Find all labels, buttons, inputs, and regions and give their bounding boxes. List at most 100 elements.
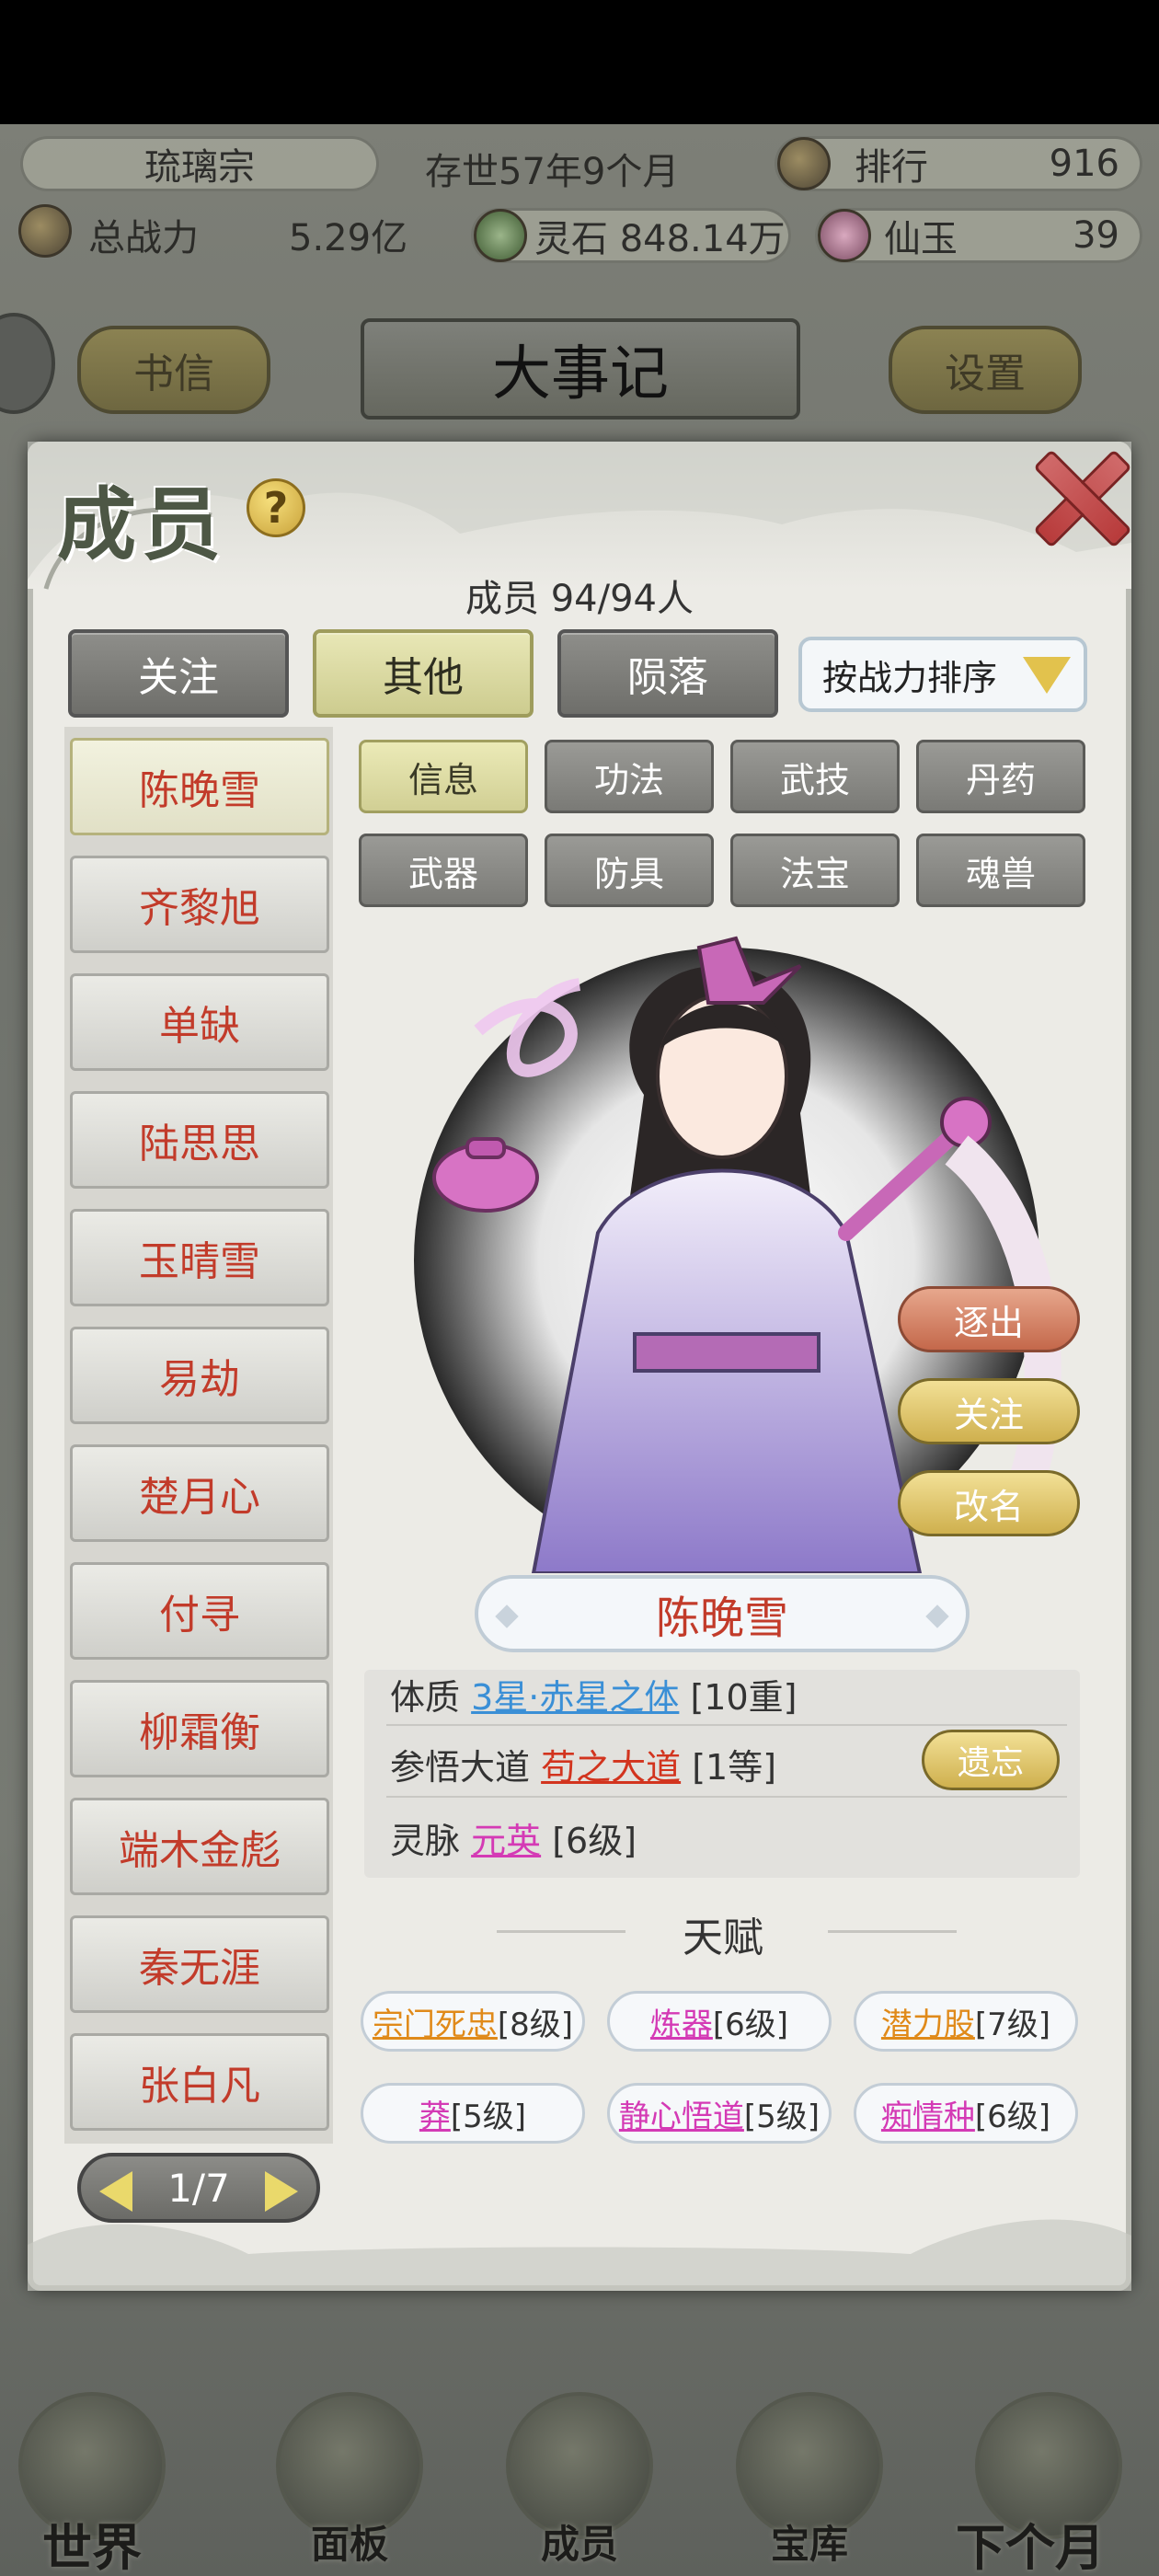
talent-level: [5级]	[450, 2098, 527, 2135]
member-item[interactable]: 玉晴雪	[70, 1209, 329, 1306]
member-item[interactable]: 楚月心	[70, 1444, 329, 1542]
tab-weapon[interactable]: 武器	[359, 834, 528, 907]
power-label: 总战力	[88, 217, 199, 259]
sect-age: 存世57年9个月	[425, 151, 680, 193]
constitution-label: 体质	[390, 1677, 461, 1718]
nav-panel[interactable]: 面板	[258, 2392, 442, 2576]
vein-label: 灵脉	[390, 1821, 461, 1861]
tab-info[interactable]: 信息	[359, 740, 528, 813]
sort-dropdown[interactable]: 按战力排序	[798, 637, 1087, 712]
follow-button[interactable]: 关注	[898, 1378, 1080, 1444]
talent-name: 宗门死忠	[372, 2006, 498, 2043]
tab-treasure[interactable]: 法宝	[730, 834, 900, 907]
letters-button[interactable]: 书信	[77, 326, 270, 414]
talent-title: 天赋	[683, 1915, 763, 1961]
spirit-stone-value: 灵石 848.14万	[534, 218, 786, 260]
panel-title: 成员	[57, 478, 226, 571]
talent-name: 炼器	[649, 2006, 713, 2043]
constitution-row: 体质 3星·赤星之体 [10重]	[390, 1669, 797, 1719]
tab-fallen[interactable]: 陨落	[557, 629, 778, 718]
rank-label: 排行	[855, 146, 928, 189]
power-value: 5.29亿	[289, 217, 408, 259]
divider	[386, 1796, 1067, 1798]
talent-name: 静心悟道	[618, 2098, 744, 2135]
member-item[interactable]: 柳霜衡	[70, 1680, 329, 1777]
status-bar	[0, 0, 1159, 124]
dao-level: [1等]	[692, 1747, 777, 1788]
jade-pill[interactable]: 仙玉 39	[815, 208, 1142, 263]
talent-chip[interactable]: 痴情种 [6级]	[854, 2083, 1078, 2144]
nav-next-month[interactable]: 下个月	[956, 2392, 1141, 2576]
dao-row: 参悟大道 苟之大道 [1等]	[390, 1739, 776, 1789]
jade-label: 仙玉	[884, 218, 958, 260]
rank-pill[interactable]: 排行 916	[775, 136, 1142, 191]
tab-skills[interactable]: 功法	[545, 740, 714, 813]
forget-button[interactable]: 遗忘	[922, 1730, 1060, 1790]
character-name: 陈晚雪	[655, 1593, 788, 1644]
talent-chip[interactable]: 潜力股 [7级]	[854, 1991, 1078, 2052]
vein-row: 灵脉 元英 [6级]	[390, 1812, 637, 1863]
help-icon[interactable]: ?	[247, 478, 305, 537]
sort-label: 按战力排序	[822, 657, 998, 698]
tab-beast[interactable]: 魂兽	[916, 834, 1085, 907]
expel-button[interactable]: 逐出	[898, 1286, 1080, 1352]
member-item[interactable]: 付寻	[70, 1562, 329, 1660]
chevron-down-icon	[1023, 657, 1071, 694]
power-icon	[18, 204, 72, 258]
close-icon[interactable]	[1028, 449, 1130, 541]
talent-chip[interactable]: 炼器 [6级]	[607, 1991, 832, 2052]
nav-treasury-label: 宝库	[770, 2522, 848, 2567]
constitution-link[interactable]: 3星·赤星之体	[471, 1677, 679, 1718]
member-item[interactable]: 单缺	[70, 973, 329, 1071]
tab-armor[interactable]: 防具	[545, 834, 714, 907]
divider	[386, 1724, 1067, 1726]
rank-icon	[777, 137, 831, 190]
member-item[interactable]: 张白凡	[70, 2033, 329, 2131]
chronicle-title: 大事记	[361, 318, 800, 420]
sect-name: 琉璃宗	[144, 146, 255, 189]
talent-name: 莽	[419, 2098, 451, 2135]
talent-level: [7级]	[974, 2006, 1051, 2043]
member-item[interactable]: 陆思思	[70, 1091, 329, 1189]
diamond-icon	[495, 1604, 519, 1628]
tab-martial[interactable]: 武技	[730, 740, 900, 813]
sect-name-pill: 琉璃宗	[20, 136, 379, 191]
spirit-stone-icon	[474, 209, 527, 262]
member-item[interactable]: 齐黎旭	[70, 856, 329, 953]
spirit-stone-pill[interactable]: 灵石 848.14万	[471, 208, 791, 263]
talent-level: [6级]	[974, 2098, 1051, 2135]
character-name-plate: 陈晚雪	[475, 1575, 970, 1652]
talent-chip[interactable]: 莽 [5级]	[361, 2083, 585, 2144]
member-item[interactable]: 秦无涯	[70, 1915, 329, 2013]
talent-name: 痴情种	[880, 2098, 975, 2135]
jade-value: 39	[1073, 214, 1119, 257]
jade-icon	[818, 209, 871, 262]
nav-panel-label: 面板	[310, 2522, 388, 2567]
tab-pills[interactable]: 丹药	[916, 740, 1085, 813]
nav-members[interactable]: 成员	[488, 2392, 671, 2576]
talent-chip[interactable]: 静心悟道 [5级]	[607, 2083, 832, 2144]
talent-level: [8级]	[497, 2006, 574, 2043]
dao-label: 参悟大道	[390, 1747, 531, 1788]
dao-link[interactable]: 苟之大道	[541, 1747, 681, 1788]
member-item[interactable]: 易劫	[70, 1327, 329, 1424]
talent-level: [5级]	[743, 2098, 820, 2135]
diamond-icon	[925, 1604, 949, 1628]
rename-button[interactable]: 改名	[898, 1470, 1080, 1536]
vein-level: [6级]	[552, 1821, 637, 1861]
bottom-cloud-decoration	[28, 2219, 1131, 2291]
nav-next-month-label: 下个月	[956, 2518, 1105, 2576]
tab-follow[interactable]: 关注	[68, 629, 289, 718]
nav-world[interactable]: 世界	[0, 2392, 184, 2576]
nav-world-label: 世界	[42, 2518, 142, 2576]
talent-chip[interactable]: 宗门死忠 [8级]	[361, 1991, 585, 2052]
settings-button[interactable]: 设置	[889, 326, 1082, 414]
member-count: 成员 94/94人	[465, 578, 694, 620]
tab-other[interactable]: 其他	[313, 629, 534, 718]
nav-members-label: 成员	[540, 2522, 618, 2567]
member-item[interactable]: 陈晚雪	[70, 738, 329, 835]
talent-name: 潜力股	[880, 2006, 975, 2043]
vein-link[interactable]: 元英	[471, 1821, 541, 1861]
member-item[interactable]: 端木金彪	[70, 1798, 329, 1895]
nav-treasury[interactable]: 宝库	[717, 2392, 901, 2576]
